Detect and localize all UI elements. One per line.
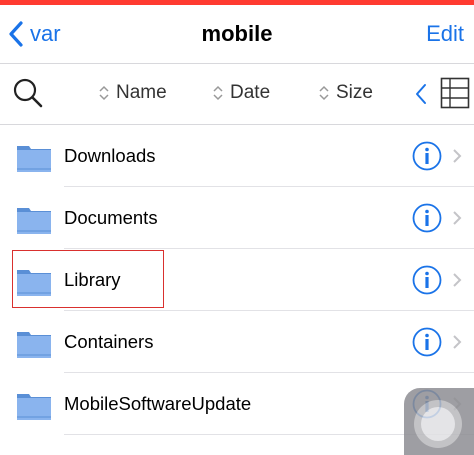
sort-by-name-button[interactable]: Name: [98, 82, 167, 104]
collapse-button[interactable]: [414, 82, 428, 111]
view-mode-button[interactable]: [440, 77, 470, 114]
sort-arrows-icon: [212, 84, 224, 102]
list-item[interactable]: MobileSoftwareUpdate: [0, 373, 474, 435]
sort-label: Date: [230, 82, 271, 103]
file-name: Containers: [64, 331, 154, 352]
chevron-right-icon: [453, 335, 462, 349]
list-item[interactable]: Containers: [0, 311, 474, 373]
sort-by-date-button[interactable]: Date: [212, 82, 270, 104]
assistive-touch-core: [421, 407, 455, 441]
file-name: Documents: [64, 207, 158, 228]
file-name: MobileSoftwareUpdate: [64, 393, 252, 414]
list-item[interactable]: Documents: [0, 187, 474, 249]
toolbar: Name Date Size: [0, 64, 474, 124]
list-view-icon: [440, 77, 470, 109]
list-item[interactable]: Downloads: [0, 125, 474, 187]
info-icon[interactable]: [412, 327, 442, 357]
info-icon[interactable]: [412, 141, 442, 171]
search-button[interactable]: [12, 77, 44, 109]
navigation-bar: var mobile Edit: [0, 5, 474, 63]
sort-label: Name: [116, 82, 167, 103]
sort-label: Size: [336, 82, 373, 103]
chevron-right-icon: [453, 149, 462, 163]
info-icon[interactable]: [412, 203, 442, 233]
page-title: mobile: [201, 21, 273, 46]
file-name: Downloads: [64, 145, 156, 166]
sort-arrows-icon: [318, 84, 330, 102]
sort-by-size-button[interactable]: Size: [318, 82, 373, 104]
chevron-left-icon: [416, 84, 426, 104]
folder-icon: [17, 332, 51, 358]
highlight-box: [12, 250, 164, 308]
search-icon: [13, 78, 43, 108]
chevron-right-icon: [453, 211, 462, 225]
folder-icon: [17, 208, 51, 234]
chevron-right-icon: [453, 273, 462, 287]
info-icon[interactable]: [412, 265, 442, 295]
assistive-touch-button[interactable]: [404, 388, 474, 455]
edit-button[interactable]: Edit: [426, 21, 464, 47]
sort-arrows-icon: [98, 84, 110, 102]
folder-icon: [17, 394, 51, 420]
folder-icon: [17, 146, 51, 172]
